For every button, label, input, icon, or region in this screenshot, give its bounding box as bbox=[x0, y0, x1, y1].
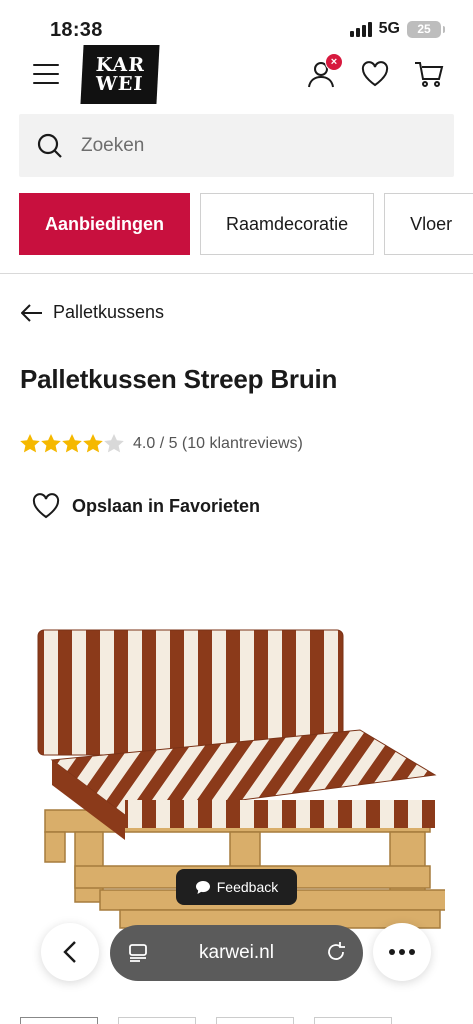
search-icon bbox=[37, 133, 62, 158]
thumbnail[interactable] bbox=[216, 1017, 294, 1024]
rating-text: 4.0 / 5 (10 klantreviews) bbox=[133, 434, 303, 452]
header-divider bbox=[0, 273, 473, 274]
star-filled-icon bbox=[20, 434, 40, 453]
logo-line-1: KAR bbox=[95, 53, 146, 76]
site-header: KAR WEI × bbox=[0, 44, 473, 106]
cart-button[interactable] bbox=[413, 58, 445, 90]
thumbnail[interactable] bbox=[314, 1017, 392, 1024]
karwei-logo[interactable]: KAR WEI bbox=[80, 45, 160, 104]
product-title: Palletkussen Streep Bruin bbox=[20, 364, 338, 394]
star-filled-icon bbox=[83, 434, 103, 453]
reload-icon[interactable] bbox=[325, 941, 347, 963]
menu-icon[interactable] bbox=[33, 64, 59, 84]
network-label: 5G bbox=[378, 20, 400, 37]
save-favorite-button[interactable]: Opslaan in Favorieten bbox=[32, 493, 260, 519]
battery-icon: 25 bbox=[407, 20, 445, 38]
account-alert-badge: × bbox=[325, 53, 343, 71]
arrow-left-icon bbox=[21, 303, 42, 322]
chip-vloer[interactable]: Vloer bbox=[384, 193, 473, 255]
tab-overview-icon bbox=[129, 944, 147, 962]
more-dots-icon bbox=[389, 949, 415, 955]
star-filled-icon bbox=[62, 434, 82, 453]
account-button[interactable]: × bbox=[305, 53, 343, 90]
chip-aanbiedingen[interactable]: Aanbiedingen bbox=[19, 193, 191, 255]
rating-stars bbox=[20, 434, 124, 453]
chevron-left-icon bbox=[63, 941, 76, 963]
back-link-label: Palletkussens bbox=[53, 302, 165, 322]
search-input[interactable] bbox=[81, 134, 421, 157]
save-favorite-label: Opslaan in Favorieten bbox=[72, 495, 261, 516]
star-empty-icon bbox=[104, 434, 124, 453]
category-chips: Aanbiedingen Raamdecoratie Vloer bbox=[19, 193, 473, 255]
back-link[interactable]: Palletkussens bbox=[21, 302, 164, 323]
heart-icon bbox=[32, 493, 60, 519]
logo-line-2: WEI bbox=[95, 72, 144, 95]
browser-more-button[interactable] bbox=[373, 923, 431, 981]
cart-icon bbox=[415, 62, 444, 87]
feedback-button[interactable]: Feedback bbox=[176, 869, 297, 905]
browser-toolbar: karwei.nl bbox=[0, 923, 473, 985]
chat-bubble-icon bbox=[195, 880, 210, 894]
product-rating[interactable]: 4.0 / 5 (10 klantreviews) bbox=[20, 434, 303, 453]
heart-icon bbox=[361, 61, 389, 87]
favorites-button[interactable] bbox=[359, 58, 391, 90]
star-filled-icon bbox=[41, 434, 61, 453]
status-indicators: 5G 25 bbox=[349, 20, 445, 38]
thumbnail[interactable] bbox=[118, 1017, 196, 1024]
browser-back-button[interactable] bbox=[41, 923, 99, 981]
thumbnail-strip bbox=[20, 1017, 392, 1024]
feedback-label: Feedback bbox=[216, 879, 279, 895]
url-bar[interactable]: karwei.nl bbox=[110, 925, 363, 981]
status-time: 18:38 bbox=[50, 19, 103, 41]
status-bar: 18:38 5G 25 bbox=[0, 0, 473, 44]
thumbnail[interactable] bbox=[20, 1017, 98, 1024]
chip-raamdecoratie[interactable]: Raamdecoratie bbox=[200, 193, 375, 255]
url-text: karwei.nl bbox=[199, 942, 274, 963]
search-bar[interactable] bbox=[19, 114, 454, 177]
signal-icon bbox=[349, 21, 372, 37]
header-actions: × bbox=[305, 53, 445, 90]
